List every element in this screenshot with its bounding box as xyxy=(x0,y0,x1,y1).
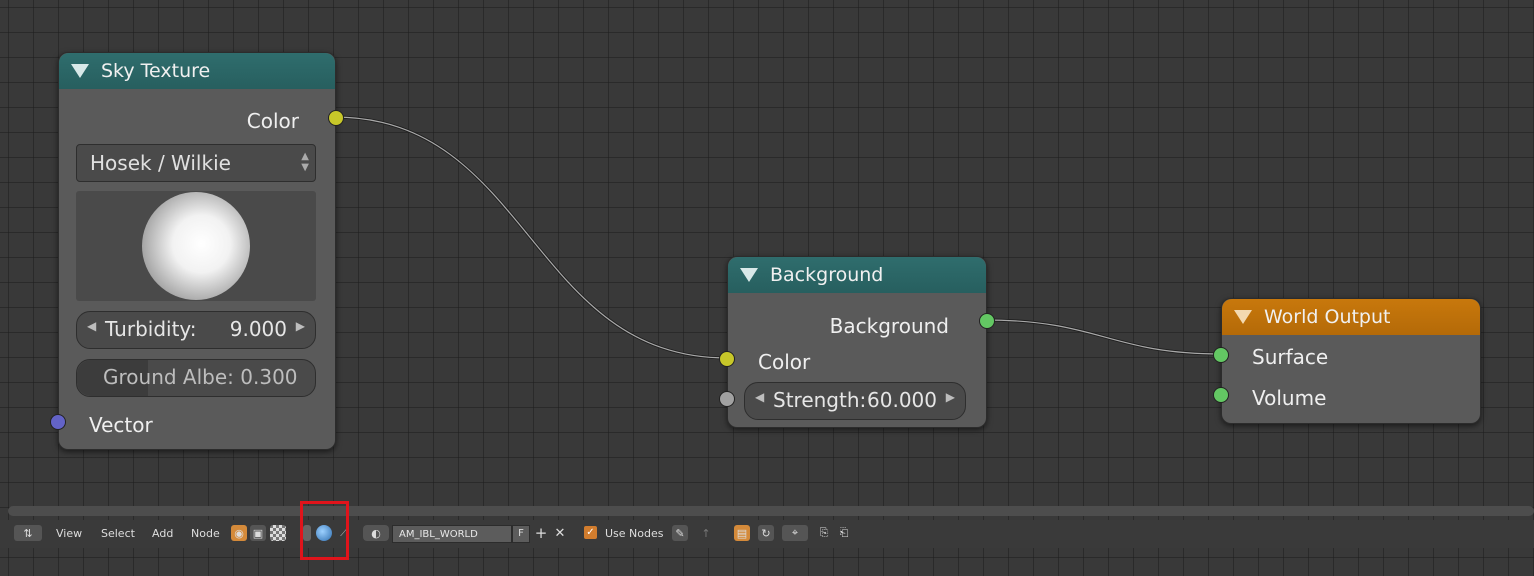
world-browse-icon[interactable]: ◐ xyxy=(363,525,389,541)
input-label-surface: Surface xyxy=(1252,345,1329,369)
collapse-triangle-icon[interactable] xyxy=(740,268,758,282)
copy-icon[interactable]: ⎘ xyxy=(816,525,832,541)
turbidity-field[interactable]: ◀ Turbidity: 9.000 ▶ xyxy=(76,311,316,349)
strength-field[interactable]: ◀ Strength: 60.000 ▶ xyxy=(744,382,966,420)
background-header[interactable]: Background xyxy=(728,257,986,293)
background-node[interactable]: Background Background Color ◀ Strength: … xyxy=(719,256,995,428)
node-editor-header: ⇅ View Select Add Node ◉ ▣ ⟋ ◐ AM_IBL_WO… xyxy=(0,520,1534,548)
pin-icon[interactable]: ✎ xyxy=(672,525,688,541)
menu-select[interactable]: Select xyxy=(101,520,135,548)
increment-arrow-icon[interactable]: ▶ xyxy=(946,390,955,404)
turbidity-value: 9.000 xyxy=(229,317,287,341)
collapse-triangle-icon[interactable] xyxy=(1234,310,1252,324)
parent-tree-icon[interactable]: ↑ xyxy=(698,525,714,541)
input-label-vector: Vector xyxy=(89,413,153,437)
shader-object-icon[interactable]: ◉ xyxy=(231,525,247,541)
node-title: World Output xyxy=(1264,306,1391,328)
region-divider[interactable] xyxy=(8,506,1534,516)
menu-node[interactable]: Node xyxy=(191,520,220,548)
menu-add[interactable]: Add xyxy=(152,520,173,548)
input-socket-color[interactable] xyxy=(719,351,735,367)
menu-view[interactable]: View xyxy=(56,520,82,548)
input-label-color: Color xyxy=(758,350,811,374)
add-icon[interactable]: + xyxy=(533,524,549,542)
collapse-triangle-icon[interactable] xyxy=(71,64,89,78)
texture-icon[interactable] xyxy=(270,525,286,541)
strength-value: 60.000 xyxy=(867,388,937,412)
sky-texture-header[interactable]: Sky Texture xyxy=(59,53,335,89)
output-label-background: Background xyxy=(829,314,949,338)
updown-arrows-icon: ▲ ▼ xyxy=(301,151,309,173)
sun-direction-widget[interactable] xyxy=(76,191,316,301)
sky-type-dropdown[interactable]: Hosek / Wilkie ▲ ▼ xyxy=(76,144,316,182)
fake-user-button[interactable]: F xyxy=(512,525,530,543)
ground-albedo-text: Ground Albe: 0.300 xyxy=(103,365,298,389)
world-name-field[interactable]: AM_IBL_WORLD xyxy=(392,525,512,543)
world-output-header[interactable]: World Output xyxy=(1222,299,1480,335)
node-title: Sky Texture xyxy=(101,60,211,82)
use-nodes-checkbox[interactable]: ✓ xyxy=(584,526,597,539)
output-label-color: Color xyxy=(246,109,299,133)
shader-world-icon[interactable]: ▣ xyxy=(250,525,266,541)
sun-direction-sphere[interactable] xyxy=(142,192,250,300)
backdrop-icon[interactable]: ▤ xyxy=(734,525,750,541)
turbidity-label: Turbidity: xyxy=(105,317,197,341)
input-label-volume: Volume xyxy=(1252,386,1327,410)
paste-icon[interactable]: ⎗ xyxy=(836,525,852,541)
sky-texture-node[interactable]: Sky Texture Color Hosek / Wilkie ▲ ▼ ◀ Tu… xyxy=(50,52,344,450)
ground-albedo-slider[interactable]: Ground Albe: 0.300 xyxy=(76,359,316,397)
output-socket-background[interactable] xyxy=(979,313,995,329)
input-socket-volume[interactable] xyxy=(1213,387,1229,403)
decrement-arrow-icon[interactable]: ◀ xyxy=(87,319,96,333)
decrement-arrow-icon[interactable]: ◀ xyxy=(755,390,764,404)
auto-offset-icon[interactable]: ↻ xyxy=(758,525,774,541)
close-icon[interactable]: ✕ xyxy=(552,525,568,541)
node-title: Background xyxy=(770,264,884,286)
input-socket-strength[interactable] xyxy=(719,391,735,407)
snap-icon[interactable]: ⌖ xyxy=(782,525,808,541)
use-nodes-label[interactable]: Use Nodes xyxy=(605,520,664,548)
output-socket-color[interactable] xyxy=(328,110,344,126)
node-editor-icon[interactable]: ⇅ xyxy=(14,525,42,541)
world-output-node[interactable]: World Output Surface Volume xyxy=(1213,298,1481,424)
strength-label: Strength: xyxy=(773,388,867,412)
increment-arrow-icon[interactable]: ▶ xyxy=(296,319,305,333)
sky-type-value: Hosek / Wilkie xyxy=(90,151,231,175)
input-socket-vector[interactable] xyxy=(50,414,66,430)
highlight-box xyxy=(300,501,349,560)
input-socket-surface[interactable] xyxy=(1213,347,1229,363)
